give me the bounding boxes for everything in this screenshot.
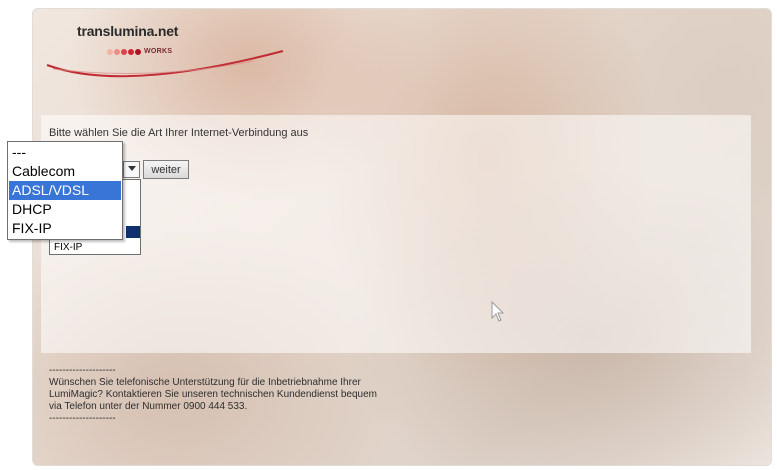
connection-type-select[interactable] [123,161,140,178]
dropdown-option-adsl-vdsl[interactable]: ADSL/VDSL [9,181,121,200]
weiter-button[interactable]: weiter [143,160,189,179]
support-info: -------------------- Wünschen Sie telefo… [49,365,377,425]
separator-line: -------------------- [49,413,116,424]
separator-line: -------------------- [49,365,116,376]
dropdown-option-cablecom[interactable]: Cablecom [9,162,121,181]
dropdown-option-fix-ip[interactable]: FIX-IP [9,219,121,238]
support-text-line: Wünschen Sie telefonische Unterstützung … [49,377,361,388]
logo-dot [128,48,134,55]
connection-type-prompt: Bitte wählen Sie die Art Ihrer Internet-… [49,127,309,139]
logo-tagline: WORKS [144,48,173,56]
support-text-line: LumiMagic? Kontaktieren Sie unseren tech… [49,389,377,400]
logo-dot [135,48,141,55]
main-panel [41,115,751,353]
logo-dot [107,48,113,55]
content-card: translumina.net WORKS Bitte wählen Sie d… [32,8,772,466]
logo-dot [114,48,120,55]
dropdown-option-dhcp[interactable]: DHCP [9,200,121,219]
mouse-cursor-icon [491,301,505,322]
connection-type-dropdown[interactable]: --- Cablecom ADSL/VDSL DHCP FIX-IP [7,141,123,240]
support-text-line: via Telefon unter der Nummer 0900 444 53… [49,401,248,412]
listbox-item-fix-ip[interactable]: FIX-IP [54,242,82,253]
select-arrow-icon [128,166,136,171]
logo-dot [121,48,127,55]
dropdown-option-placeholder[interactable]: --- [9,143,121,162]
logo-dots: WORKS [107,43,172,61]
listbox-highlight [126,226,140,238]
logo: translumina.net [77,23,179,39]
